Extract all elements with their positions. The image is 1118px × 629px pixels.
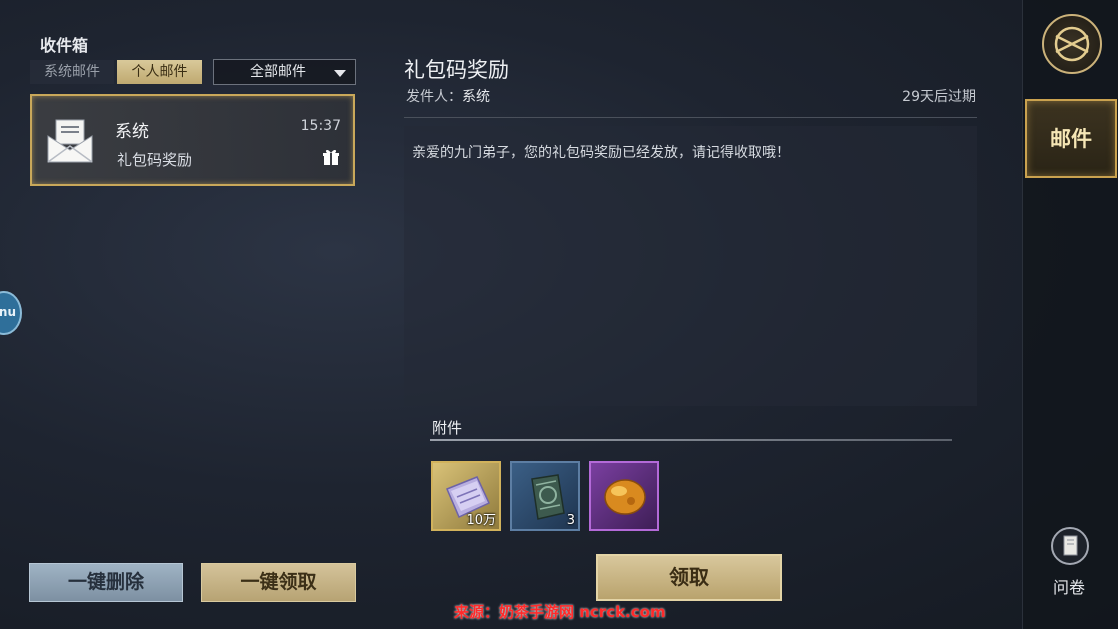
gift-icon (323, 149, 339, 165)
emblem-icon[interactable] (1042, 14, 1102, 74)
source-watermark: 来源：奶茶手游网 ncrck.com (454, 603, 666, 621)
delete-all-button[interactable]: 一键删除 (29, 563, 183, 602)
attachment-item-bronze-artifact[interactable]: 3 (510, 461, 580, 531)
mail-expiry: 29天后过期 (902, 89, 976, 105)
caret-down-icon (334, 70, 346, 77)
mail-detail-sender-line: 发件人：系统 (406, 86, 490, 106)
attachment-item-silver-notes[interactable]: 10万 (431, 461, 501, 531)
mail-sender: 系统 (115, 122, 149, 142)
bronze-artifact-icon (531, 474, 565, 520)
floating-assistant-button[interactable]: nu (0, 291, 22, 335)
attachments-label: 附件 (432, 419, 463, 437)
mail-filter-dropdown[interactable]: 全部邮件 (213, 59, 356, 85)
floating-assistant-label: nu (0, 305, 16, 319)
emblem-glyph (1054, 26, 1090, 62)
tab-personal-mail[interactable]: 个人邮件 (117, 60, 202, 84)
inbox-title: 收件箱 (40, 36, 89, 55)
attachment-count: 10万 (466, 513, 496, 528)
claim-all-button[interactable]: 一键领取 (201, 563, 356, 602)
attachments-divider (430, 439, 952, 441)
nav-mail-tab[interactable]: 邮件 (1025, 99, 1117, 178)
mail-time: 15:37 (300, 118, 341, 134)
amber-gem-icon (604, 479, 646, 515)
book-icon[interactable] (1051, 527, 1089, 565)
attachment-count: 3 (566, 513, 575, 528)
envelope-icon (47, 119, 93, 163)
claim-button[interactable]: 领取 (596, 554, 782, 601)
nav-survey-label[interactable]: 问卷 (1053, 574, 1085, 598)
mail-filter-value: 全部邮件 (250, 64, 306, 80)
mail-subject: 礼包码奖励 (117, 151, 193, 169)
mail-detail-title: 礼包码奖励 (404, 58, 509, 82)
book-glyph (1063, 535, 1078, 556)
sender-name: 系统 (462, 89, 490, 105)
sender-prefix: 发件人： (406, 89, 462, 105)
mail-list-item[interactable]: 系统 15:37 礼包码奖励 (30, 94, 355, 186)
tab-system-mail[interactable]: 系统邮件 (30, 60, 114, 84)
mail-screen: 收件箱 系统邮件 个人邮件 全部邮件 系统 15:37 礼包码奖励 一键删除 一… (0, 0, 1118, 629)
mail-body-text: 亲爱的九门弟子，您的礼包码奖励已经发放，请记得收取哦！ (412, 145, 790, 161)
attachment-item-amber-gem[interactable] (589, 461, 659, 531)
mail-body: 亲爱的九门弟子，您的礼包码奖励已经发放，请记得收取哦！ (404, 126, 977, 406)
divider (404, 117, 977, 118)
